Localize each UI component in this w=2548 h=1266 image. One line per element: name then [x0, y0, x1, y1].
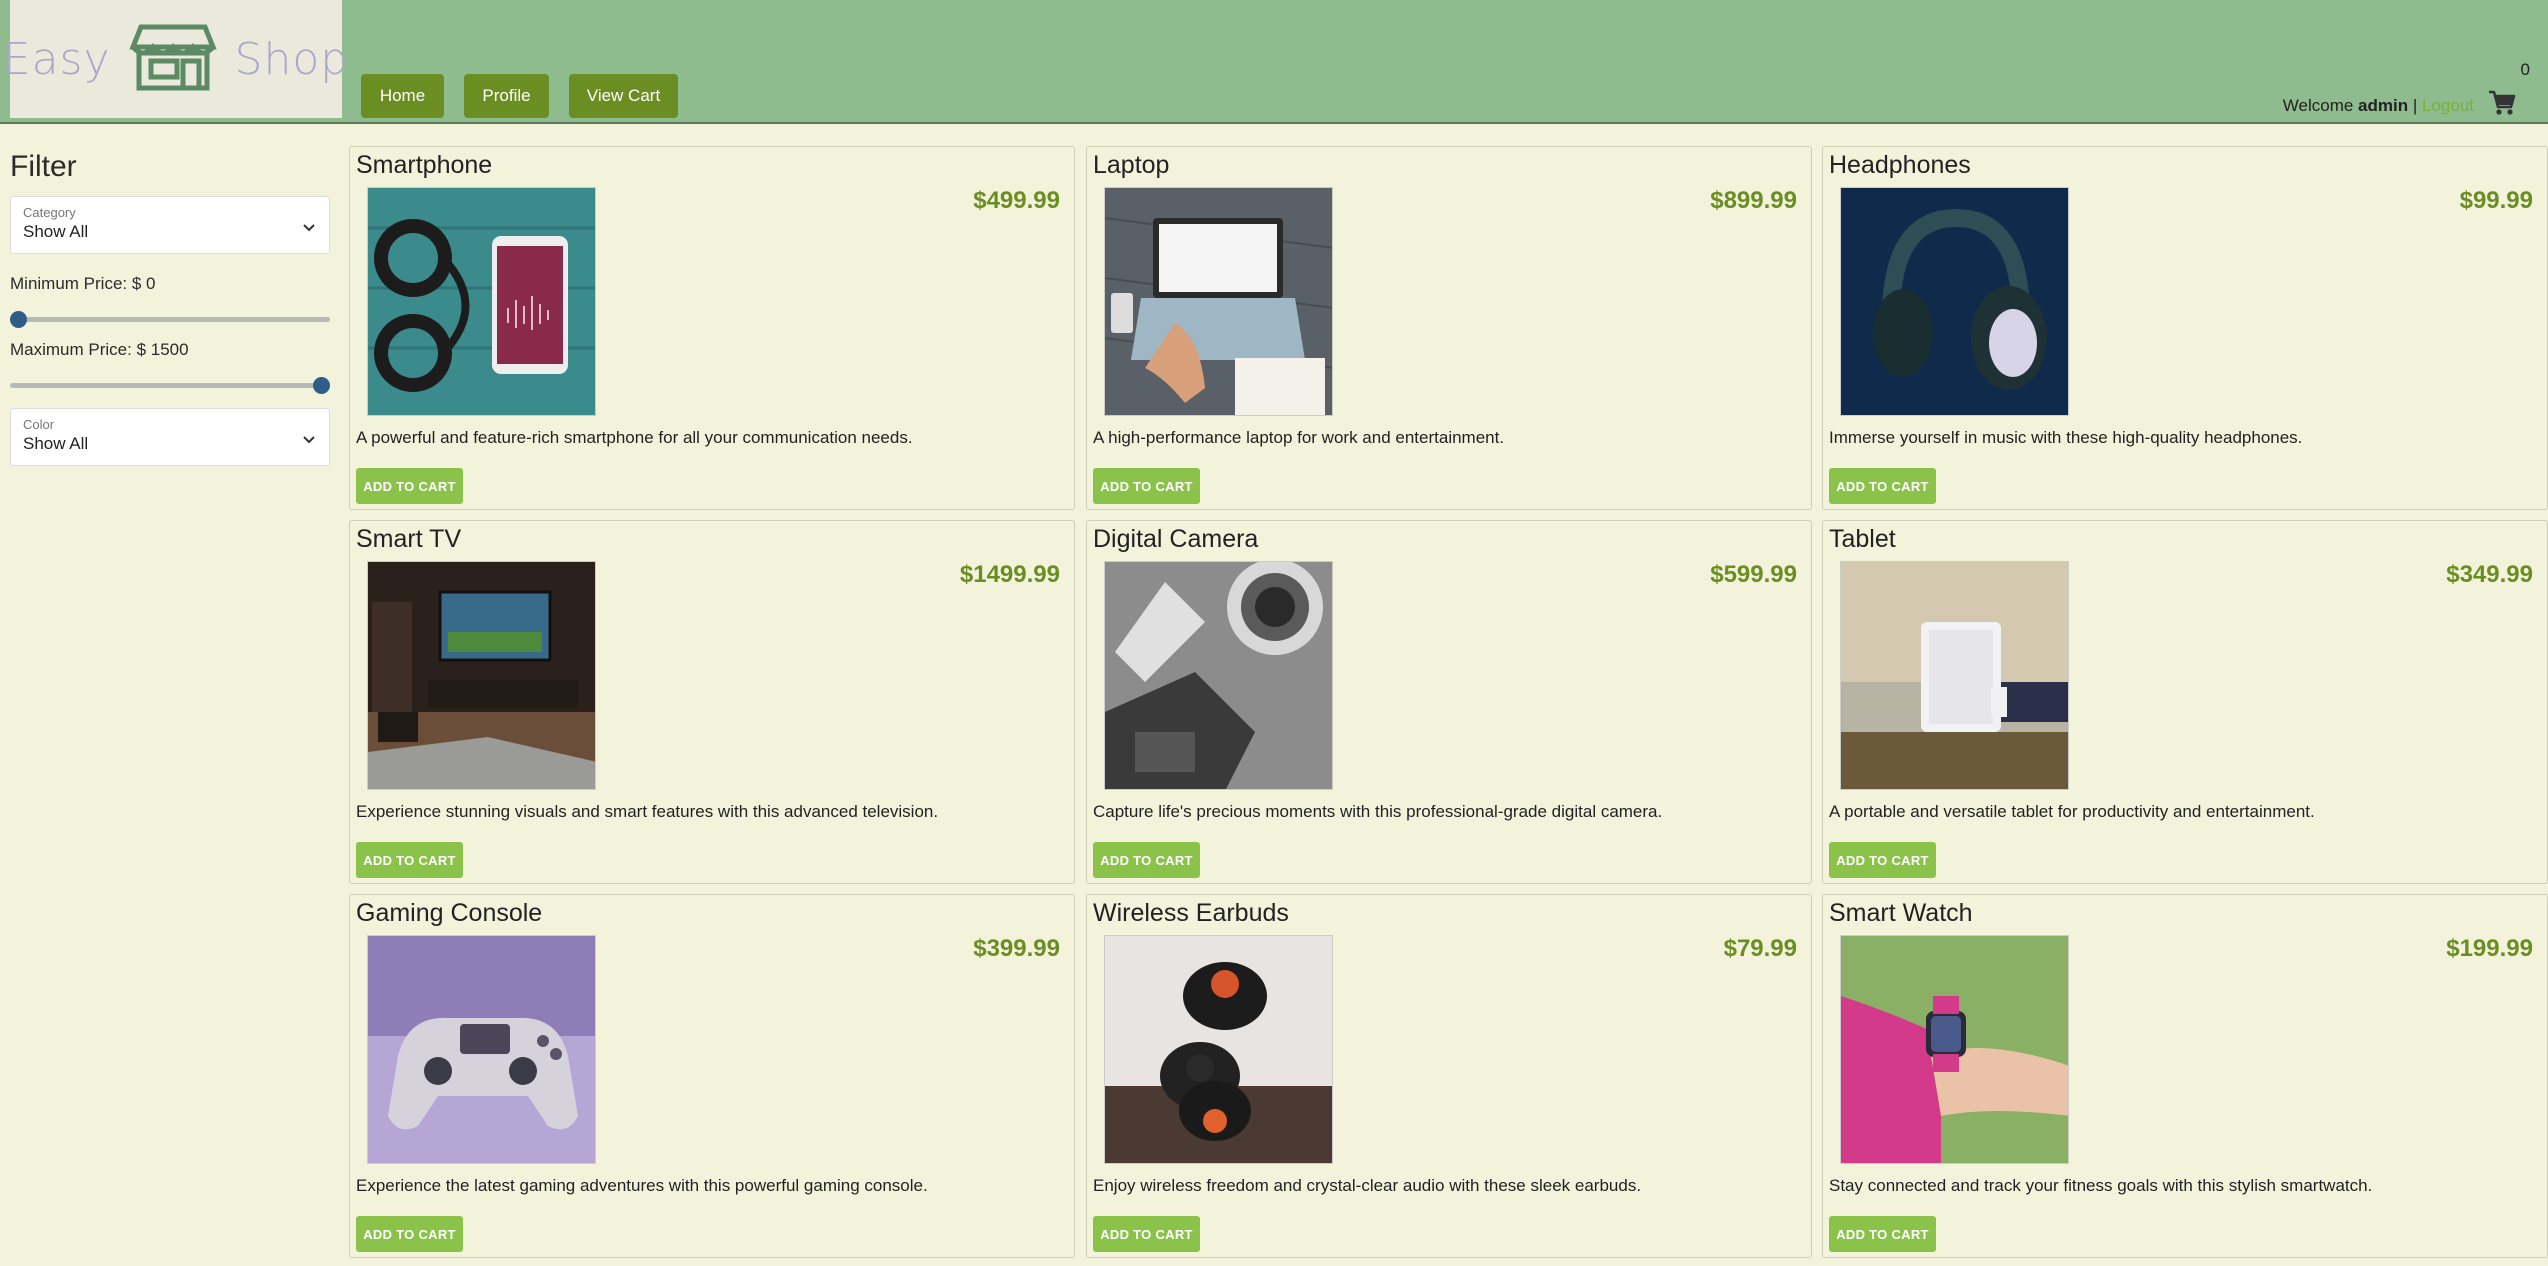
- add-to-cart-button[interactable]: ADD TO CART: [1829, 1216, 1936, 1252]
- product-card: Smartphone $499.99 A powerful and featur…: [349, 146, 1075, 510]
- logo-text-left: Easy: [2, 33, 111, 85]
- logout-link[interactable]: Logout: [2422, 96, 2474, 115]
- color-select[interactable]: Color Show All: [10, 408, 330, 466]
- cart-count-badge: 0: [2520, 60, 2530, 79]
- product-image-tablet: [1840, 561, 2069, 790]
- min-price-slider[interactable]: [10, 308, 330, 330]
- product-card: Smart TV $1499.99 Experience stunning vi…: [349, 520, 1075, 884]
- chevron-down-icon: [303, 219, 315, 237]
- product-description: Experience the latest gaming adventures …: [356, 1176, 928, 1195]
- product-image-digital-camera: [1104, 561, 1333, 790]
- add-to-cart-button[interactable]: ADD TO CART: [356, 842, 463, 878]
- product-name: Laptop: [1093, 151, 1170, 179]
- add-to-cart-button[interactable]: ADD TO CART: [356, 468, 463, 504]
- add-to-cart-button[interactable]: ADD TO CART: [1829, 842, 1936, 878]
- product-name: Smart Watch: [1829, 899, 1973, 927]
- color-select-label: Color: [23, 417, 55, 432]
- max-price-label: Maximum Price: $ 1500: [10, 340, 189, 359]
- product-price: $399.99: [973, 935, 1060, 962]
- product-name: Headphones: [1829, 151, 1971, 179]
- product-name: Tablet: [1829, 525, 1896, 553]
- category-select-label: Category: [23, 205, 76, 220]
- product-image-smart-tv: [367, 561, 596, 790]
- product-description: Experience stunning visuals and smart fe…: [356, 802, 939, 821]
- storefront-icon: [127, 23, 219, 96]
- add-to-cart-button[interactable]: ADD TO CART: [356, 1216, 463, 1252]
- product-image-headphones: [1840, 187, 2069, 416]
- product-description: Immerse yourself in music with these hig…: [1829, 428, 2303, 447]
- max-price-slider-track: [10, 383, 330, 388]
- welcome-prefix: Welcome: [2282, 96, 2354, 115]
- add-to-cart-button[interactable]: ADD TO CART: [1093, 1216, 1200, 1252]
- product-description: Enjoy wireless freedom and crystal-clear…: [1093, 1176, 1642, 1195]
- color-select-value: Show All: [23, 434, 89, 453]
- product-description: Stay connected and track your fitness go…: [1829, 1176, 2373, 1195]
- username-label: admin: [2358, 96, 2409, 115]
- product-description: A high-performance laptop for work and e…: [1093, 428, 1505, 447]
- top-header: Easy Shop Home Profile View Cart 0 Welco…: [0, 0, 2548, 124]
- product-image-smart-watch: [1840, 935, 2069, 1164]
- product-name: Gaming Console: [356, 899, 543, 927]
- add-to-cart-button[interactable]: ADD TO CART: [1829, 468, 1936, 504]
- shopping-cart-icon[interactable]: [2488, 90, 2516, 121]
- product-description: Capture life's precious moments with thi…: [1093, 802, 1663, 821]
- product-price: $499.99: [973, 187, 1060, 214]
- welcome-separator: |: [2412, 96, 2418, 115]
- product-price: $899.99: [1710, 187, 1797, 214]
- category-select-value: Show All: [23, 222, 89, 241]
- product-image-smartphone: [367, 187, 596, 416]
- min-price-label: Minimum Price: $ 0: [10, 274, 156, 293]
- product-price: $79.99: [1723, 935, 1797, 962]
- product-name: Wireless Earbuds: [1093, 899, 1289, 927]
- nav-profile-button[interactable]: Profile: [464, 74, 549, 118]
- product-card: Laptop $899.99 A high-performance laptop…: [1086, 146, 1812, 510]
- nav-home-button[interactable]: Home: [361, 74, 444, 118]
- product-card: Smart Watch $199.99 Stay connected and t…: [1822, 894, 2548, 1258]
- product-price: $1499.99: [959, 561, 1060, 588]
- product-card: Wireless Earbuds $79.99 Enjoy wireless f…: [1086, 894, 1812, 1258]
- product-description: A powerful and feature-rich smartphone f…: [356, 428, 913, 447]
- product-price: $99.99: [2459, 187, 2533, 214]
- add-to-cart-button[interactable]: ADD TO CART: [1093, 468, 1200, 504]
- product-card: Tablet $349.99 A portable and versatile …: [1822, 520, 2548, 884]
- category-select[interactable]: Category Show All: [10, 196, 330, 254]
- add-to-cart-button[interactable]: ADD TO CART: [1093, 842, 1200, 878]
- min-price-slider-thumb[interactable]: [10, 311, 27, 328]
- logo-text-right: Shop: [234, 33, 350, 85]
- product-image-wireless-earbuds: [1104, 935, 1333, 1164]
- welcome-message: Welcome admin | Logout: [2283, 96, 2474, 116]
- max-price-slider-thumb[interactable]: [313, 377, 330, 394]
- product-price: $349.99: [2446, 561, 2533, 588]
- filter-sidebar: Filter Category Show All Minimum Price: …: [10, 150, 330, 466]
- product-name: Smartphone: [356, 151, 493, 179]
- product-price: $199.99: [2446, 935, 2533, 962]
- product-name: Smart TV: [356, 525, 462, 553]
- product-name: Digital Camera: [1093, 525, 1259, 553]
- chevron-down-icon: [303, 431, 315, 449]
- nav-view-cart-button[interactable]: View Cart: [569, 74, 678, 118]
- product-card: Digital Camera $599.99 Capture life's pr…: [1086, 520, 1812, 884]
- product-card: Headphones $99.99 Immerse yourself in mu…: [1822, 146, 2548, 510]
- min-price-slider-track: [10, 317, 330, 322]
- store-logo[interactable]: Easy Shop: [3, 0, 348, 118]
- product-image-gaming-console: [367, 935, 596, 1164]
- max-price-slider[interactable]: [10, 374, 330, 396]
- product-price: $599.99: [1710, 561, 1797, 588]
- filter-title: Filter: [10, 150, 77, 183]
- product-image-laptop: [1104, 187, 1333, 416]
- product-card: Gaming Console $399.99 Experience the la…: [349, 894, 1075, 1258]
- product-description: A portable and versatile tablet for prod…: [1829, 802, 2315, 821]
